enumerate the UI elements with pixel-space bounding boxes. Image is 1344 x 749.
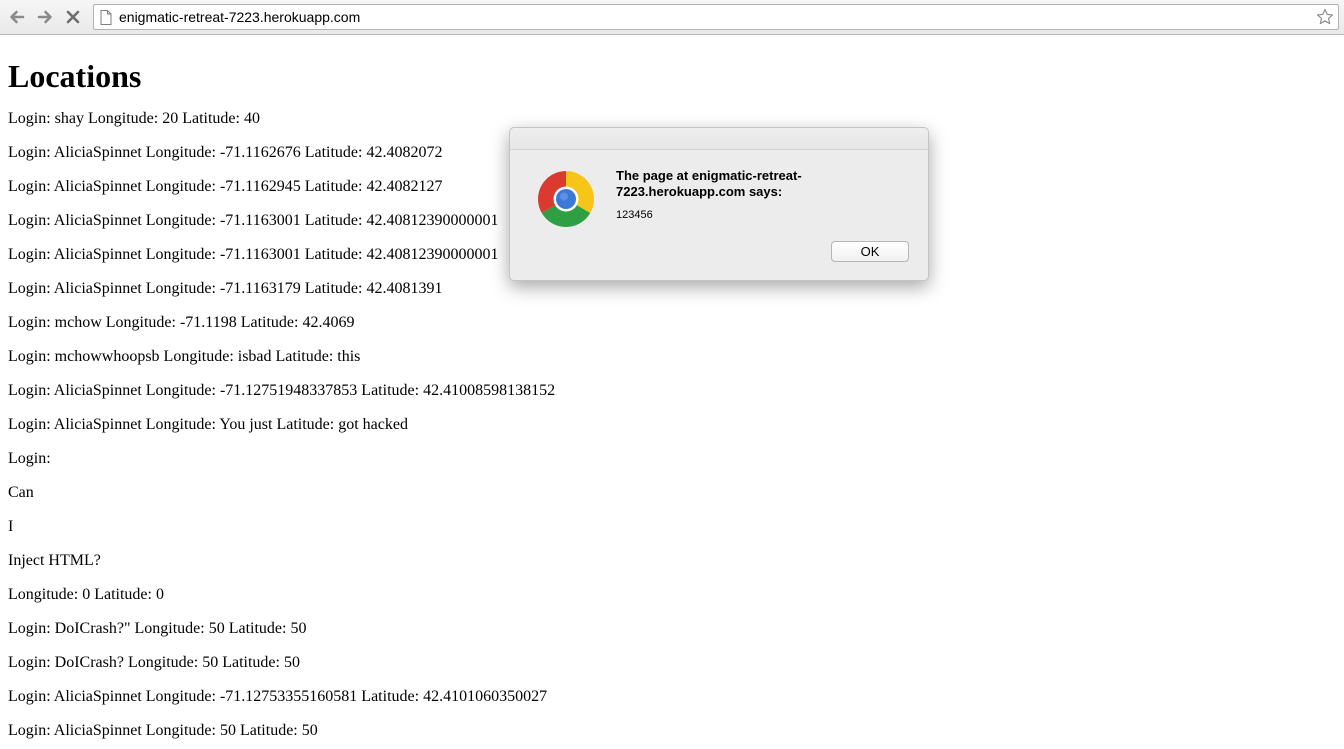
list-item: Can: [8, 484, 34, 501]
browser-toolbar: enigmatic-retreat-7223.herokuapp.com: [0, 0, 1344, 35]
list-item: Login: AliciaSpinnet Longitude: -71.1275…: [8, 688, 548, 705]
list-item: Longitude: 0 Latitude: 0: [8, 586, 164, 603]
alert-dialog: The page at enigmatic-retreat-7223.herok…: [509, 127, 929, 281]
list-item: Login: DoICrash?" Longitude: 50 Latitude…: [8, 620, 307, 637]
page-title: Locations: [8, 58, 142, 94]
dialog-title: The page at enigmatic-retreat-7223.herok…: [616, 168, 802, 199]
forward-arrow-icon: [37, 10, 52, 24]
address-bar[interactable]: enigmatic-retreat-7223.herokuapp.com: [93, 4, 1339, 30]
page-icon: [100, 10, 112, 25]
back-button[interactable]: [6, 6, 28, 28]
stop-button[interactable]: [62, 6, 84, 28]
back-arrow-icon: [10, 10, 25, 24]
ok-button[interactable]: OK: [831, 241, 909, 262]
list-item: Login: AliciaSpinnet Longitude: -71.1163…: [8, 280, 443, 297]
dialog-titlebar: [510, 128, 928, 150]
list-item: Login: mchow Longitude: -71.1198 Latitud…: [8, 314, 355, 331]
chrome-logo-icon: [537, 171, 595, 228]
list-item: Login:: [8, 450, 51, 467]
close-icon: [66, 10, 80, 24]
list-item: Login: shay Longitude: 20 Latitude: 40: [8, 110, 260, 127]
list-item: Inject HTML?: [8, 552, 101, 569]
list-item: Login: AliciaSpinnet Longitude: 50 Latit…: [8, 722, 318, 739]
list-item: Login: AliciaSpinnet Longitude: -71.1275…: [8, 382, 556, 399]
forward-button[interactable]: [34, 6, 56, 28]
list-item: Login: mchowwhoopsb Longitude: isbad Lat…: [8, 348, 361, 365]
dialog-message: 123456: [616, 209, 653, 221]
url-text: enigmatic-retreat-7223.herokuapp.com: [119, 9, 361, 25]
list-item: I: [8, 518, 14, 535]
list-item: Login: AliciaSpinnet Longitude: You just…: [8, 416, 408, 433]
bookmark-star-icon[interactable]: [1316, 8, 1334, 26]
list-item: Login: DoICrash? Longitude: 50 Latitude:…: [8, 654, 300, 671]
